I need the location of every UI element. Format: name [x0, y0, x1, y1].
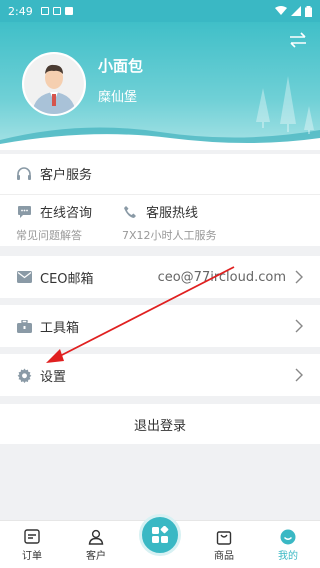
settings-label: 设置 — [40, 369, 67, 385]
notification-icon — [40, 7, 49, 15]
user-name: 小面包 — [98, 57, 144, 75]
ceo-mailbox-row[interactable]: CEO邮箱 ceo@77ircloud.com — [0, 256, 320, 298]
status-bar: 2:49 — [0, 0, 320, 22]
online-consult-sub: 常见问题解答 — [16, 229, 82, 242]
hotline-sub: 7X12小时人工服务 — [122, 229, 217, 242]
toolbox-icon — [16, 318, 32, 334]
online-consult-label: 在线咨询 — [40, 206, 93, 221]
tree-icon — [304, 106, 314, 134]
signal-icon — [291, 6, 301, 16]
gear-icon — [16, 367, 32, 383]
header-wave — [0, 127, 320, 150]
tree-icon — [280, 76, 296, 132]
user-company: 糜仙堡 — [98, 90, 138, 105]
toolbox-row[interactable]: 工具箱 — [0, 305, 320, 347]
smile-face-icon — [280, 529, 296, 545]
profile-header: 小面包 糜仙堡 — [0, 22, 320, 150]
tab-products-label: 商品 — [214, 551, 234, 562]
chevron-right-icon — [295, 368, 303, 382]
customer-service-title: 客户服务 — [16, 164, 92, 183]
shopping-bag-icon — [216, 531, 232, 545]
notification-icon — [52, 7, 61, 15]
center-menu-button[interactable] — [139, 514, 181, 556]
chat-bubble-icon — [16, 204, 32, 220]
phone-icon — [122, 204, 138, 220]
tab-mine-label: 我的 — [278, 551, 298, 562]
ceo-mailbox-label: CEO邮箱 — [40, 271, 94, 287]
ceo-mailbox-address: ceo@77ircloud.com — [157, 269, 286, 285]
avatar-person-icon — [24, 54, 84, 114]
mail-icon — [16, 269, 32, 285]
customer-service-panel: 客户服务 在线咨询 常见问题解答 客服热线 7X12小时人工服务 — [0, 154, 320, 246]
tab-customers[interactable]: 客户 — [64, 521, 128, 568]
divider — [0, 194, 320, 195]
apps-grid-icon — [152, 526, 169, 543]
chevron-right-icon — [295, 319, 303, 333]
online-consult-item[interactable]: 在线咨询 常见问题解答 — [16, 202, 92, 243]
tab-orders[interactable]: 订单 — [0, 521, 64, 568]
battery-icon — [305, 5, 312, 17]
status-time: 2:49 — [8, 4, 33, 18]
tab-mine[interactable]: 我的 — [256, 521, 320, 568]
customer-service-label: 客户服务 — [40, 168, 93, 183]
person-icon — [88, 529, 104, 545]
switch-account-icon[interactable] — [288, 32, 308, 48]
hotline-label: 客服热线 — [146, 206, 199, 221]
tab-customers-label: 客户 — [86, 551, 106, 562]
headset-icon — [16, 166, 32, 182]
hotline-item[interactable]: 客服热线 7X12小时人工服务 — [122, 202, 217, 243]
notification-icon — [64, 7, 73, 15]
tab-orders-label: 订单 — [22, 551, 42, 562]
chevron-right-icon — [295, 270, 303, 284]
order-icon — [24, 529, 40, 544]
logout-label: 退出登录 — [133, 418, 186, 434]
logout-button[interactable]: 退出登录 — [0, 404, 320, 444]
tab-products[interactable]: 商品 — [192, 521, 256, 568]
tree-icon — [256, 88, 270, 128]
wifi-icon — [275, 6, 287, 15]
avatar[interactable] — [22, 52, 86, 116]
toolbox-label: 工具箱 — [40, 320, 80, 336]
settings-row[interactable]: 设置 — [0, 354, 320, 396]
